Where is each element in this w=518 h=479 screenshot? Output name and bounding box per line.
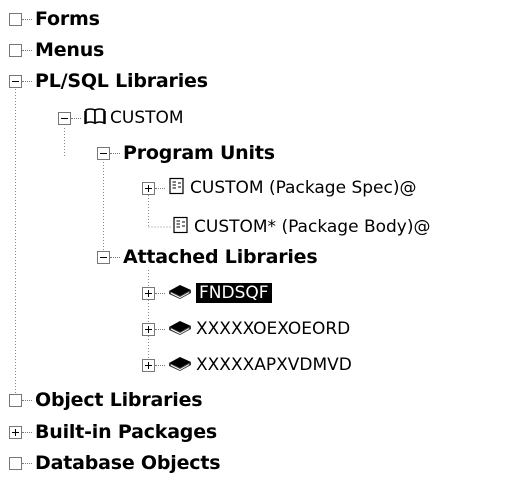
expand-plus-icon[interactable] [9,425,22,439]
expand-plus-icon[interactable] [142,322,155,336]
collapse-minus-icon[interactable] [9,74,22,88]
tree-node-fndsqf[interactable]: FNDSQF [142,277,272,309]
empty-node-box-icon [9,393,22,407]
tree-node-label-selected[interactable]: FNDSQF [196,283,272,303]
tree-node-menus[interactable]: Menus [9,34,104,66]
tree-node-object-libraries[interactable]: Object Libraries [9,384,203,416]
library-book-icon [168,354,192,376]
tree-node-forms[interactable]: Forms [9,3,100,35]
tree-node-built-in-packages[interactable]: Built-in Packages [9,416,217,448]
object-navigator-tree: Forms Menus PL/SQL Libraries CUSTOM Prog… [0,0,518,477]
collapse-minus-icon[interactable] [97,250,110,264]
expand-plus-icon[interactable] [142,358,155,372]
empty-node-box-icon [9,456,22,470]
package-spec-icon [168,177,186,199]
tree-node-label[interactable]: Attached Libraries [123,246,318,268]
empty-node-box-icon [9,12,22,26]
expand-plus-icon[interactable] [142,286,155,300]
empty-node-box-icon [9,43,22,57]
tree-node-label[interactable]: Object Libraries [35,389,203,411]
collapse-minus-icon[interactable] [97,146,110,160]
collapse-minus-icon[interactable] [58,111,71,125]
tree-node-label[interactable]: CUSTOM (Package Spec)@ [190,178,416,198]
tree-node-label[interactable]: XXXXXAPXVDMVD [196,355,352,375]
tree-node-plsql-libraries[interactable]: PL/SQL Libraries [9,65,208,97]
library-book-icon [168,282,192,304]
tree-node-package-spec[interactable]: CUSTOM (Package Spec)@ [142,172,416,204]
tree-node-label[interactable]: CUSTOM [110,108,184,128]
tree-node-label[interactable]: Forms [35,8,100,30]
open-book-icon [84,107,106,129]
tree-node-label[interactable]: Built-in Packages [35,421,217,443]
tree-node-program-units[interactable]: Program Units [97,137,275,169]
tree-node-xxxxxapxvdmvd[interactable]: XXXXXAPXVDMVD [142,349,352,381]
tree-node-label[interactable]: CUSTOM* (Package Body)@ [194,217,431,237]
tree-node-xxxxxoexoeord[interactable]: XXXXXOEXOEORD [142,313,350,345]
tree-node-label[interactable]: PL/SQL Libraries [35,70,208,92]
tree-node-package-body[interactable]: CUSTOM* (Package Body)@ [172,211,431,243]
tree-node-label[interactable]: Program Units [123,142,275,164]
tree-node-label[interactable]: Menus [35,39,104,61]
tree-node-label[interactable]: XXXXXOEXOEORD [196,319,350,339]
tree-node-custom-library[interactable]: CUSTOM [58,102,184,134]
tree-node-label[interactable]: Database Objects [35,452,221,474]
library-book-icon [168,318,192,340]
package-body-icon [172,216,190,238]
tree-node-attached-libraries[interactable]: Attached Libraries [97,241,318,273]
expand-plus-icon[interactable] [142,181,155,195]
tree-node-database-objects[interactable]: Database Objects [9,447,221,479]
